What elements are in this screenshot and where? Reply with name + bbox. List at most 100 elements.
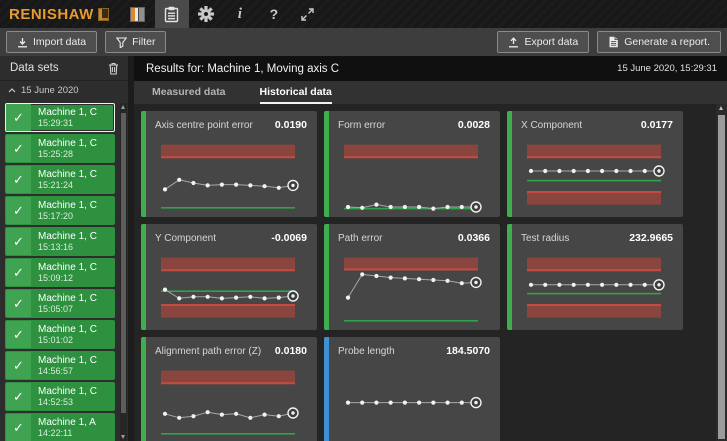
main-scrollbar[interactable]: [716, 104, 727, 441]
card-value: 0.0180: [275, 345, 307, 357]
result-card[interactable]: Test radius232.9665: [507, 224, 683, 330]
dataset-item-text: Machine 1, C14:56:57: [31, 352, 114, 379]
card-value: 0.0028: [458, 119, 490, 131]
nav-help[interactable]: ?: [257, 0, 291, 28]
filter-label: Filter: [132, 36, 155, 48]
help-icon: ?: [270, 6, 279, 22]
card-header: Test radius232.9665: [507, 224, 683, 246]
dataset-item[interactable]: ✓Machine 1, C15:01:02: [5, 320, 115, 349]
result-card[interactable]: X Component0.0177: [507, 111, 683, 217]
toolbar: Import data Filter Export data Generate …: [0, 28, 727, 56]
dataset-item-name: Machine 1, C: [38, 324, 114, 335]
dataset-item-name: Machine 1, C: [38, 293, 114, 304]
dataset-group-header[interactable]: 15 June 2020: [0, 81, 128, 99]
report-document-icon: [608, 36, 619, 48]
result-card[interactable]: Axis centre point error0.0190: [141, 111, 317, 217]
dataset-item-name: Machine 1, C: [38, 355, 114, 366]
results-title: Results for: Machine 1, Moving axis C: [146, 63, 339, 75]
dataset-item[interactable]: ✓Machine 1, C15:21:24: [5, 165, 115, 194]
nav-fullscreen[interactable]: [291, 0, 325, 28]
card-value: 184.5070: [446, 345, 490, 357]
check-icon: ✓: [6, 414, 31, 441]
dataset-item-time: 14:52:53: [38, 397, 114, 408]
fullscreen-icon: [300, 7, 315, 22]
dataset-item[interactable]: ✓Machine 1, C14:56:57: [5, 351, 115, 380]
dataset-item[interactable]: ✓Machine 1, C15:09:12: [5, 258, 115, 287]
dataset-item[interactable]: ✓Machine 1, C15:17:20: [5, 196, 115, 225]
renishaw-logo: RENISHAW: [0, 6, 94, 23]
result-card[interactable]: Path error0.0366: [324, 224, 500, 330]
check-icon: ✓: [6, 290, 31, 317]
scroll-up-arrow-icon[interactable]: [719, 106, 723, 110]
dataset-item[interactable]: ✓Machine 1, A14:22:11: [5, 413, 115, 441]
generate-report-label: Generate a report.: [624, 36, 710, 48]
card-header: Alignment path error (Z) 0.0180: [141, 337, 317, 359]
delete-datasets-trash-icon[interactable]: [108, 62, 119, 75]
card-header: X Component0.0177: [507, 111, 683, 133]
check-icon: ✓: [6, 383, 31, 410]
dataset-item[interactable]: ✓Machine 1, C15:25:28: [5, 134, 115, 163]
main-scrollbar-thumb[interactable]: [718, 115, 725, 439]
dataset-item[interactable]: ✓ Machine 1, C14:52:53: [5, 382, 115, 411]
result-card[interactable]: Probe length184.5070: [324, 337, 500, 441]
sidebar-scrollbar[interactable]: [120, 103, 127, 441]
export-icon: [508, 37, 519, 48]
dataset-item-name: Machine 1, C: [38, 262, 114, 273]
import-data-label: Import data: [33, 36, 86, 48]
card-history-sparkline: [324, 361, 500, 441]
tab-historical-data[interactable]: Historical data: [260, 81, 332, 104]
nav-settings[interactable]: [189, 0, 223, 28]
check-icon: ✓: [6, 228, 31, 255]
nav-results[interactable]: [155, 0, 189, 28]
export-data-button[interactable]: Export data: [497, 31, 589, 53]
dataset-item-time: 14:56:57: [38, 366, 114, 377]
tab-measured-data[interactable]: Measured data: [152, 81, 226, 104]
sidebar-scrollbar-thumb[interactable]: [121, 113, 126, 413]
dataset-item[interactable]: ✓Machine 1, C15:13:16: [5, 227, 115, 256]
filter-button[interactable]: Filter: [105, 31, 166, 53]
card-history-sparkline: [507, 248, 683, 328]
datasets-sidebar: Data sets 15 June 2020 ✓Machine 1, C15:2…: [0, 56, 128, 441]
card-title: Alignment path error (Z): [155, 346, 261, 357]
historical-data-content: Axis centre point error0.0190 Form error0…: [134, 104, 716, 441]
dataset-item[interactable]: ✓Machine 1, C15:29:31: [5, 103, 115, 132]
dataset-item-time: 15:05:07: [38, 304, 114, 315]
result-card[interactable]: Y Component-0.0069: [141, 224, 317, 330]
card-value: 232.9665: [629, 232, 673, 244]
dataset-item-time: 15:13:16: [38, 242, 114, 253]
dataset-item-time: 15:09:12: [38, 273, 114, 284]
scroll-down-arrow-icon[interactable]: [121, 435, 125, 439]
card-title: Path error: [338, 233, 382, 244]
nav-machine-library[interactable]: [121, 0, 155, 28]
check-icon: ✓: [6, 321, 31, 348]
card-header: Form error0.0028: [324, 111, 500, 133]
library-icon: [130, 7, 145, 22]
main-nav: i ?: [121, 0, 325, 28]
import-icon: [17, 37, 28, 48]
dataset-item-name: Machine 1, C: [38, 386, 114, 397]
nav-info[interactable]: i: [223, 0, 257, 28]
filter-funnel-icon: [116, 37, 127, 48]
result-card[interactable]: Alignment path error (Z) 0.0180: [141, 337, 317, 441]
dataset-item-name: Machine 1, C: [38, 138, 114, 149]
results-clipboard-icon: [164, 6, 179, 23]
title-bar: RENISHAW: [0, 0, 727, 28]
dataset-item-time: 15:17:20: [38, 211, 114, 222]
dataset-item-name: Machine 1, C: [38, 169, 114, 180]
dataset-item-text: Machine 1, C15:09:12: [31, 259, 114, 286]
dataset-item-text: Machine 1, A14:22:11: [31, 414, 114, 441]
card-header: Y Component-0.0069: [141, 224, 317, 246]
check-icon: ✓: [6, 197, 31, 224]
scroll-up-arrow-icon[interactable]: [121, 105, 125, 109]
generate-report-button[interactable]: Generate a report.: [597, 31, 721, 53]
import-data-button[interactable]: Import data: [6, 31, 97, 53]
dataset-item-name: Machine 1, C: [38, 107, 114, 118]
dataset-group-label: 15 June 2020: [21, 85, 79, 96]
card-value: 0.0177: [641, 119, 673, 131]
dataset-item[interactable]: ✓ Machine 1, C15:05:07: [5, 289, 115, 318]
dataset-item-name: Machine 1, A: [38, 417, 114, 428]
dataset-item-text: Machine 1, C15:29:31: [31, 104, 114, 131]
card-history-sparkline: [507, 135, 683, 215]
result-card[interactable]: Form error0.0028: [324, 111, 500, 217]
dataset-item-text: Machine 1, C15:01:02: [31, 321, 114, 348]
